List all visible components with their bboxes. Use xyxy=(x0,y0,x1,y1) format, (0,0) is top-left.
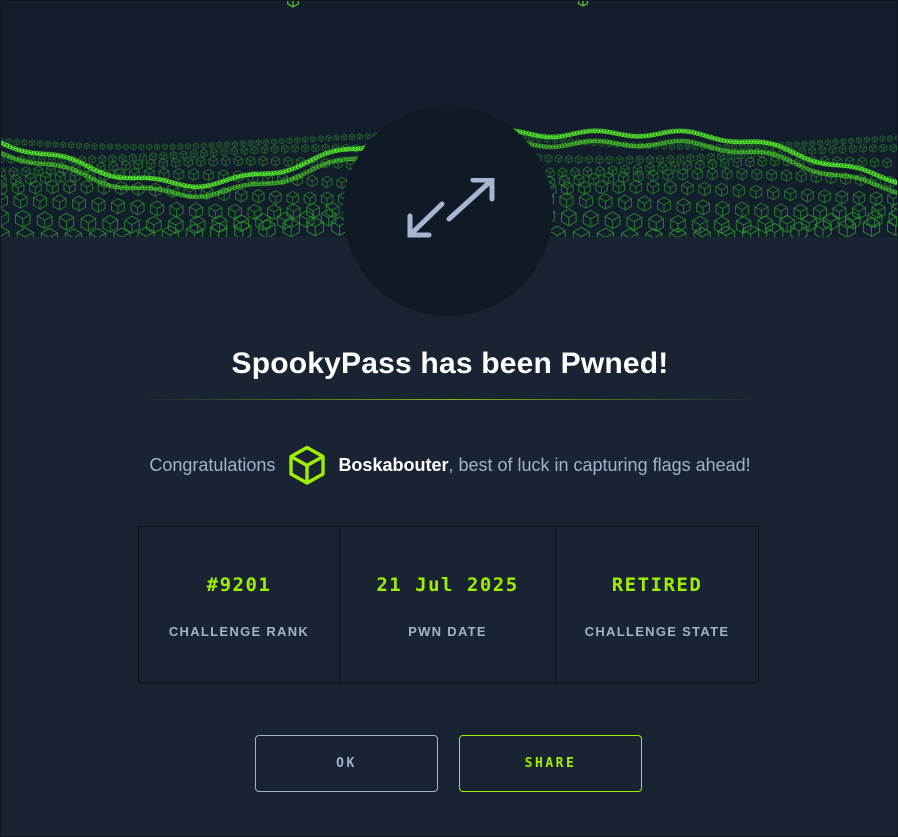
stat-challenge-rank: #9201 CHALLENGE RANK xyxy=(139,527,339,682)
username-link[interactable]: Boskabouter xyxy=(338,455,448,476)
congrats-prefix: Congratulations xyxy=(149,454,276,475)
stat-label: CHALLENGE RANK xyxy=(168,624,310,639)
stat-value: RETIRED xyxy=(611,574,703,596)
ok-button[interactable]: OK xyxy=(255,735,438,792)
pwned-dialog: SpookyPass has been Pwned! Congratulatio… xyxy=(0,0,898,837)
cube-icon xyxy=(287,445,327,485)
stat-label: PWN DATE xyxy=(408,624,487,639)
stat-value: 21 Jul 2025 xyxy=(376,574,519,596)
congrats-suffix: , best of luck in capturing flags ahead! xyxy=(448,454,751,475)
stats-panel: #9201 CHALLENGE RANK 21 Jul 2025 PWN DAT… xyxy=(138,526,759,683)
stat-value: #9201 xyxy=(206,574,272,596)
challenge-emblem xyxy=(343,106,553,316)
stat-pwn-date: 21 Jul 2025 PWN DATE xyxy=(339,527,555,682)
expand-arrows-icon xyxy=(407,178,495,238)
share-button[interactable]: SHARE xyxy=(459,735,642,792)
congrats-message: Congratulations Boskabouter , best of lu… xyxy=(1,443,897,487)
stat-challenge-state: RETIRED CHALLENGE STATE xyxy=(555,527,758,682)
title-divider xyxy=(141,399,759,400)
stat-label: CHALLENGE STATE xyxy=(584,624,730,639)
dialog-title: SpookyPass has been Pwned! xyxy=(231,347,669,380)
